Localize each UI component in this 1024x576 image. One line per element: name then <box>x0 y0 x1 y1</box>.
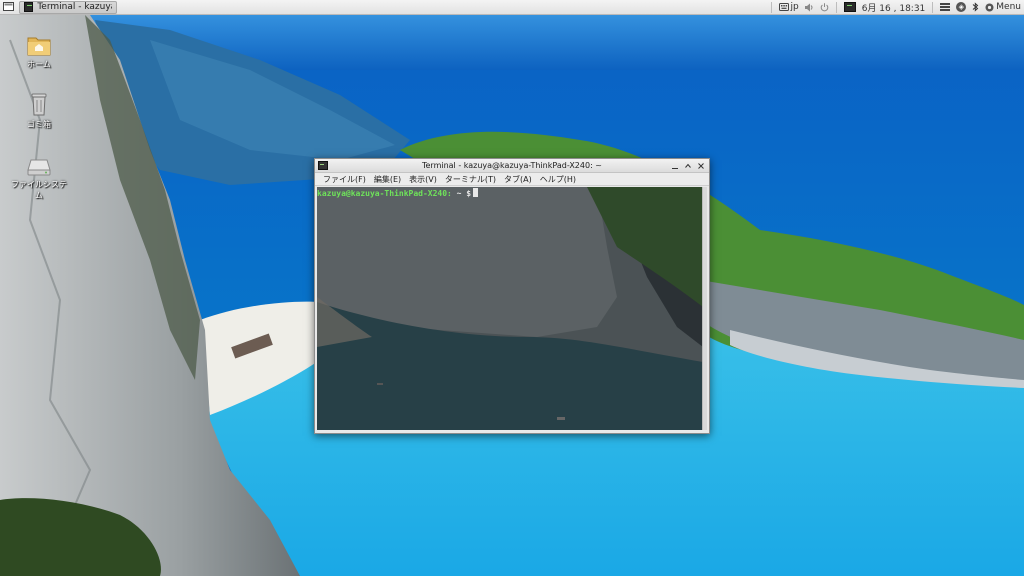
maximize-icon <box>684 163 691 168</box>
show-desktop-icon <box>3 2 14 11</box>
desktop-icon-trash[interactable]: ゴミ箱 <box>9 90 69 130</box>
prompt-path: ~ $ <box>451 189 472 198</box>
close-button[interactable] <box>696 161 705 170</box>
network-icon: ◈ <box>956 2 967 12</box>
app-menu-button[interactable]: Menu <box>982 0 1024 15</box>
keyboard-layout-indicator[interactable]: jp <box>776 0 802 15</box>
taskbar-terminal-label: Terminal - kazuya@k... <box>37 2 112 12</box>
window-menubar: ファイル(F) 編集(E) 表示(V) ターミナル(T) タブ(A) ヘルプ(H… <box>315 173 709 186</box>
clock-label: 6月 16 , 18:31 <box>861 3 926 14</box>
menu-terminal[interactable]: ターミナル(T) <box>441 174 500 185</box>
terminal-output[interactable]: kazuya@kazuya-ThinkPad-X240: ~ $ <box>317 187 703 430</box>
menu-logo-icon <box>985 3 994 11</box>
terminal-launcher[interactable] <box>841 0 859 15</box>
terminal-window[interactable]: Terminal - kazuya@kazuya-ThinkPad-X240: … <box>314 158 710 434</box>
list-icon <box>940 3 951 11</box>
menu-edit[interactable]: 編集(E) <box>370 174 405 185</box>
menu-label: Menu <box>996 2 1021 12</box>
minimize-button[interactable] <box>670 161 679 170</box>
keyboard-icon <box>778 3 789 11</box>
window-title: Terminal - kazuya@kazuya-ThinkPad-X240: … <box>421 161 603 170</box>
trash-icon <box>31 93 47 116</box>
terminal-window-icon <box>318 161 328 170</box>
desktop-icon-filesystem[interactable]: ファイルシステム <box>9 150 69 201</box>
power-icon <box>820 2 829 11</box>
menu-tabs[interactable]: タブ(A) <box>500 174 536 185</box>
prompt-user-host: kazuya@kazuya-ThinkPad-X240: <box>317 189 452 198</box>
volume-icon <box>804 3 813 11</box>
taskbar-terminal-button[interactable]: Terminal - kazuya@k... <box>19 0 117 14</box>
network-indicator[interactable]: ◈ <box>953 0 969 15</box>
terminal-background-image <box>317 187 703 430</box>
volume-control[interactable] <box>802 0 817 15</box>
bluetooth-icon <box>972 2 979 12</box>
desktop-icon-label: ゴミ箱 <box>27 120 51 129</box>
home-folder-icon <box>27 37 51 56</box>
filesystem-drive-icon <box>27 159 51 176</box>
window-controls <box>670 161 709 170</box>
panel-separator <box>770 1 772 13</box>
menu-file[interactable]: ファイル(F) <box>319 174 370 185</box>
terminal-prompt: kazuya@kazuya-ThinkPad-X240: ~ $ <box>317 188 479 198</box>
maximize-button[interactable] <box>683 161 692 170</box>
bluetooth-indicator[interactable] <box>969 0 982 15</box>
keyboard-layout-label: jp <box>790 2 799 12</box>
panel-separator <box>835 1 837 13</box>
panel-clock[interactable]: 6月 16 , 18:31 <box>859 0 929 15</box>
close-icon <box>697 162 704 169</box>
show-desktop-button[interactable] <box>0 0 17 15</box>
menu-help[interactable]: ヘルプ(H) <box>536 174 580 185</box>
desktop-icon-home[interactable]: ホーム <box>9 30 69 70</box>
top-panel: Terminal - kazuya@k... jp 6月 16 , 18:31 … <box>0 0 1024 15</box>
terminal-scrollbar[interactable] <box>702 187 707 430</box>
power-indicator[interactable] <box>817 0 832 15</box>
window-list-button[interactable] <box>937 0 953 15</box>
terminal-tray-icon <box>843 2 856 12</box>
desktop-icon-label: ホーム <box>27 60 51 69</box>
panel-separator <box>932 1 934 13</box>
window-titlebar[interactable]: Terminal - kazuya@kazuya-ThinkPad-X240: … <box>315 159 709 173</box>
minimize-icon <box>671 167 678 169</box>
terminal-icon <box>24 2 34 12</box>
menu-view[interactable]: 表示(V) <box>405 174 441 185</box>
desktop-icon-label: ファイルシステム <box>11 180 67 200</box>
text-cursor <box>473 188 479 197</box>
